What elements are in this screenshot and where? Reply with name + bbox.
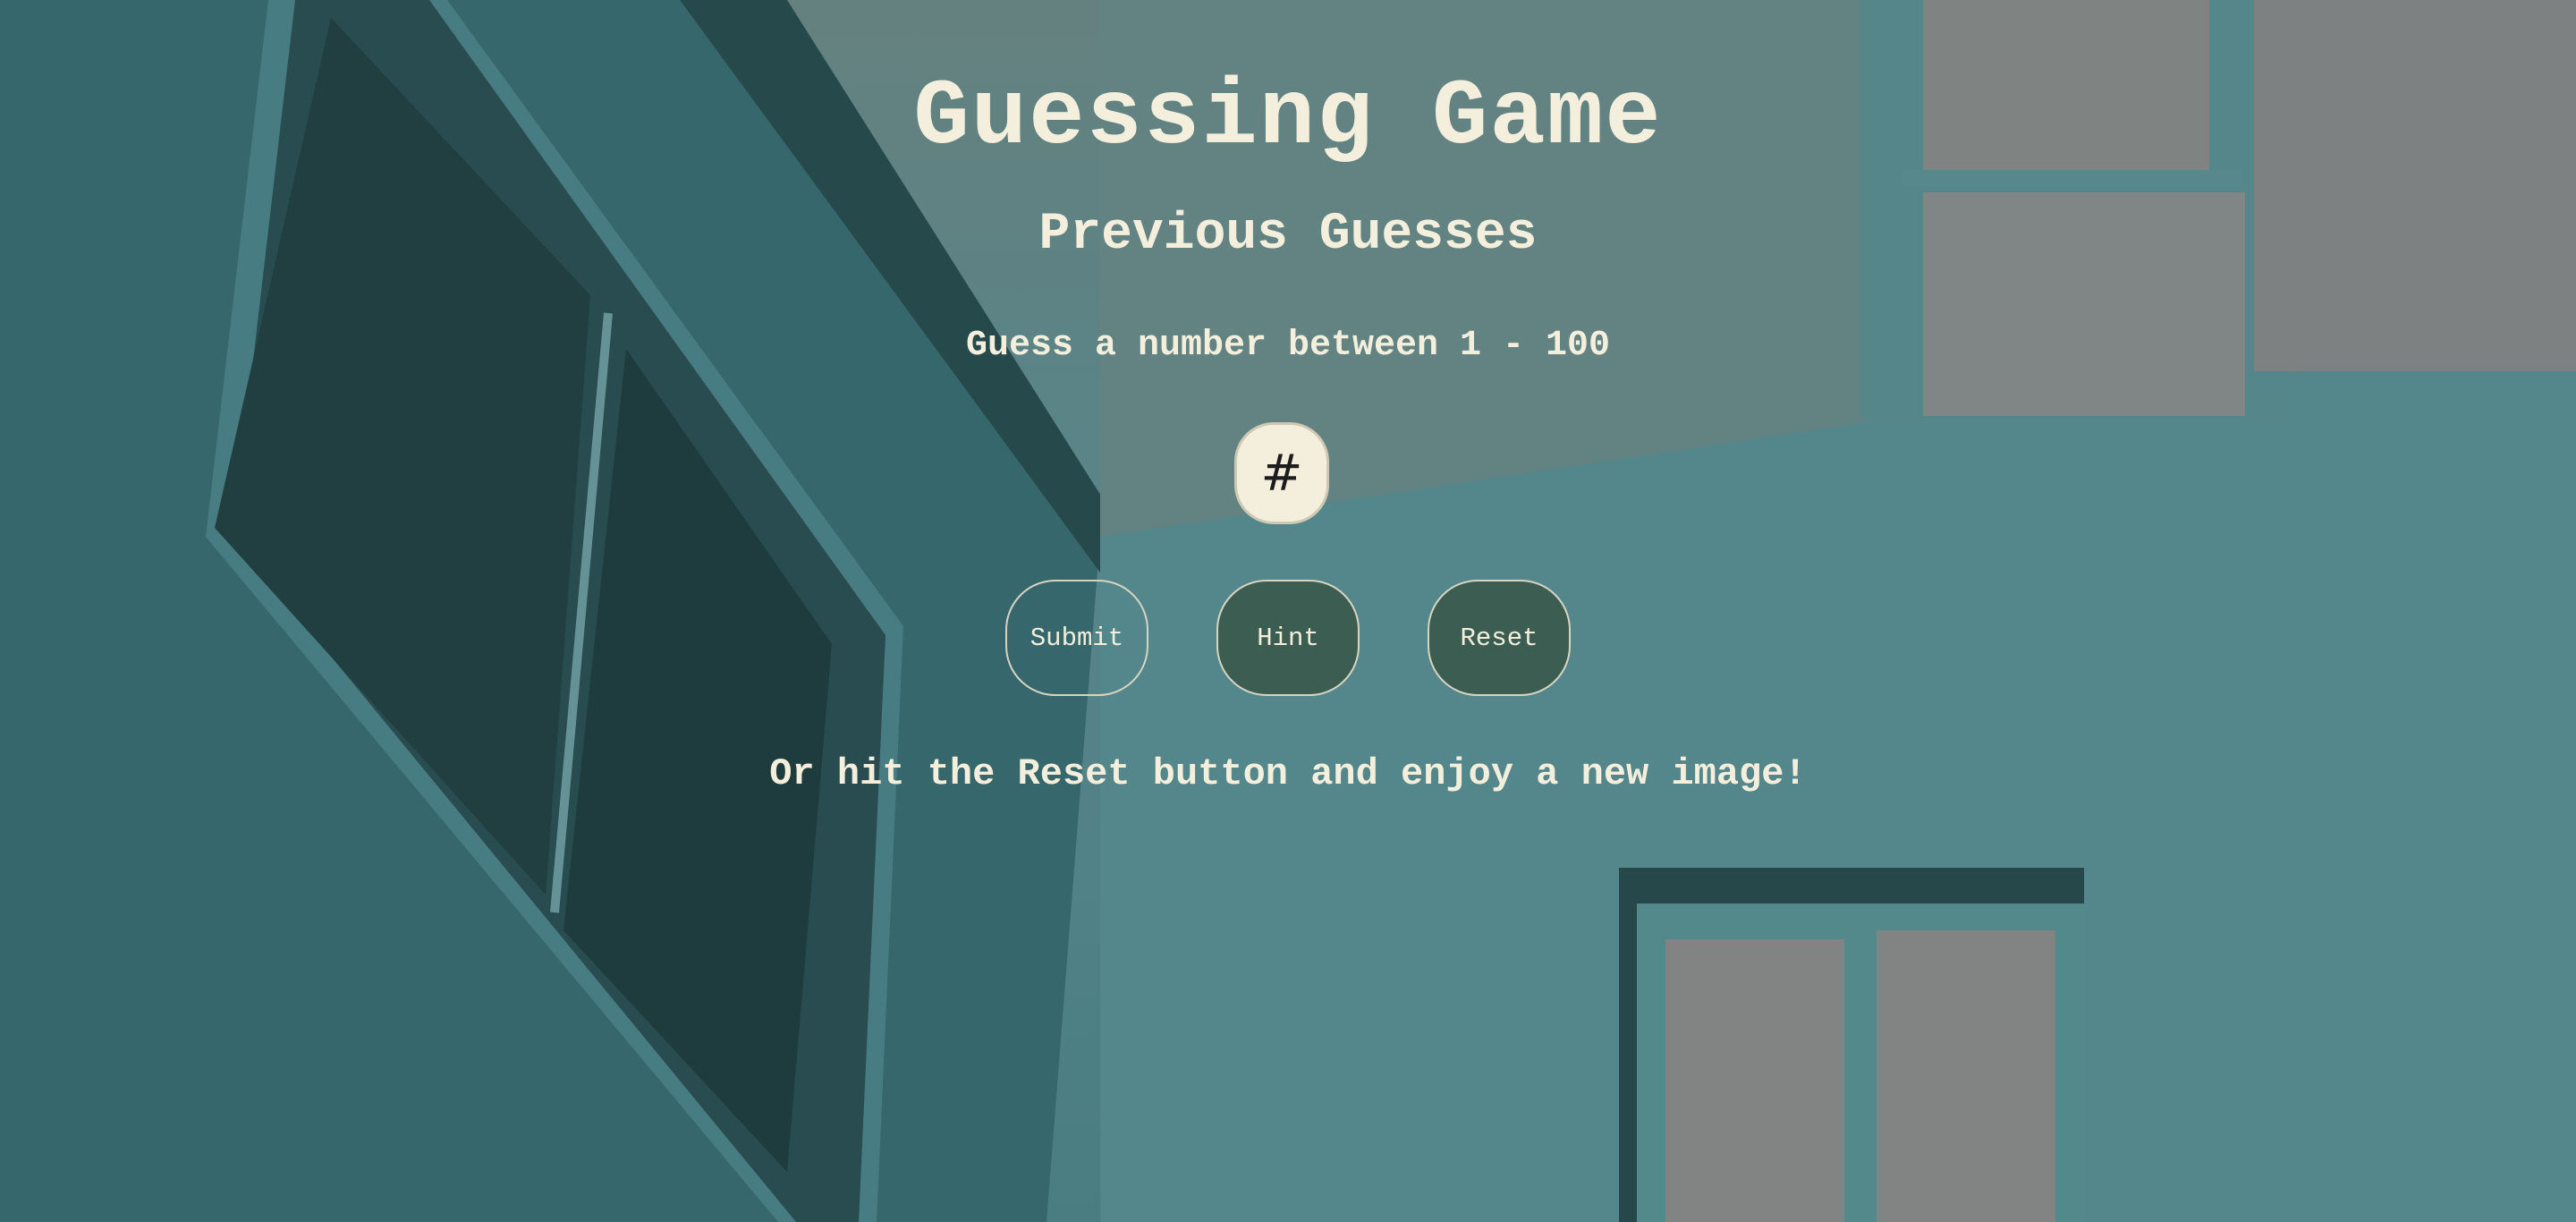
page-title: Guessing Game <box>913 65 1663 171</box>
hint-button[interactable]: Hint <box>1216 580 1360 696</box>
game-panel: Guessing Game Previous Guesses Guess a n… <box>0 0 2576 1222</box>
reset-button[interactable]: Reset <box>1428 580 1571 696</box>
submit-button[interactable]: Submit <box>1005 580 1148 696</box>
guess-prompt: Guess a number between 1 - 100 <box>965 326 1611 366</box>
reset-hint-message: Or hit the Reset button and enjoy a new … <box>769 752 1807 795</box>
previous-guesses-heading: Previous Guesses <box>1038 206 1538 264</box>
guess-input[interactable] <box>1234 422 1329 524</box>
